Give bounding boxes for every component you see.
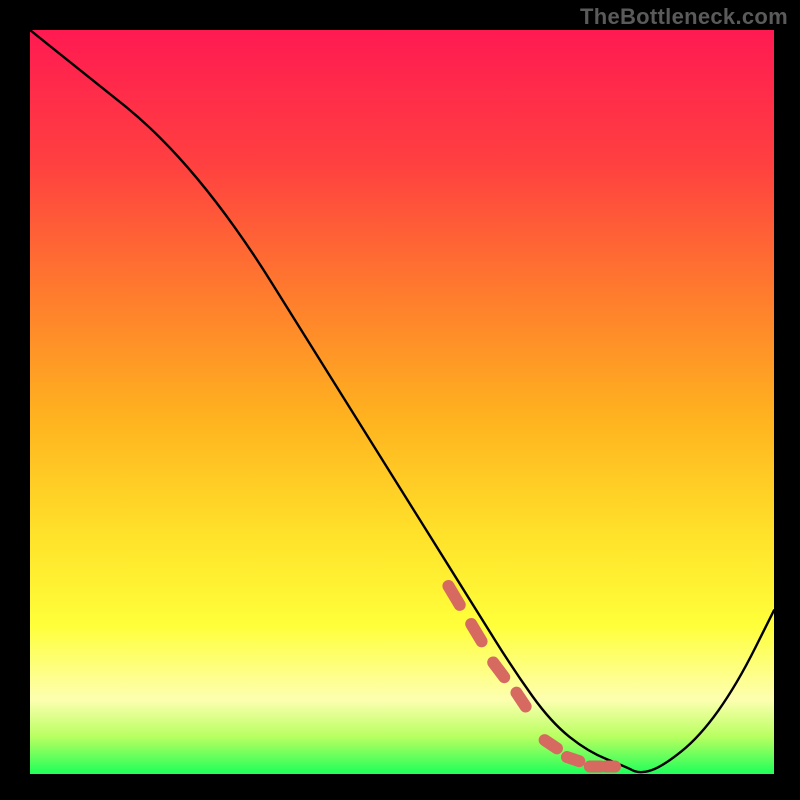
highlight-dash [545,740,557,748]
chart-frame: TheBottleneck.com [0,0,800,800]
highlight-dash [567,757,579,761]
chart-background [30,30,774,774]
watermark-label: TheBottleneck.com [580,4,788,30]
chart-svg [30,30,774,774]
highlight-dash [516,693,525,707]
plot-area [30,30,774,774]
